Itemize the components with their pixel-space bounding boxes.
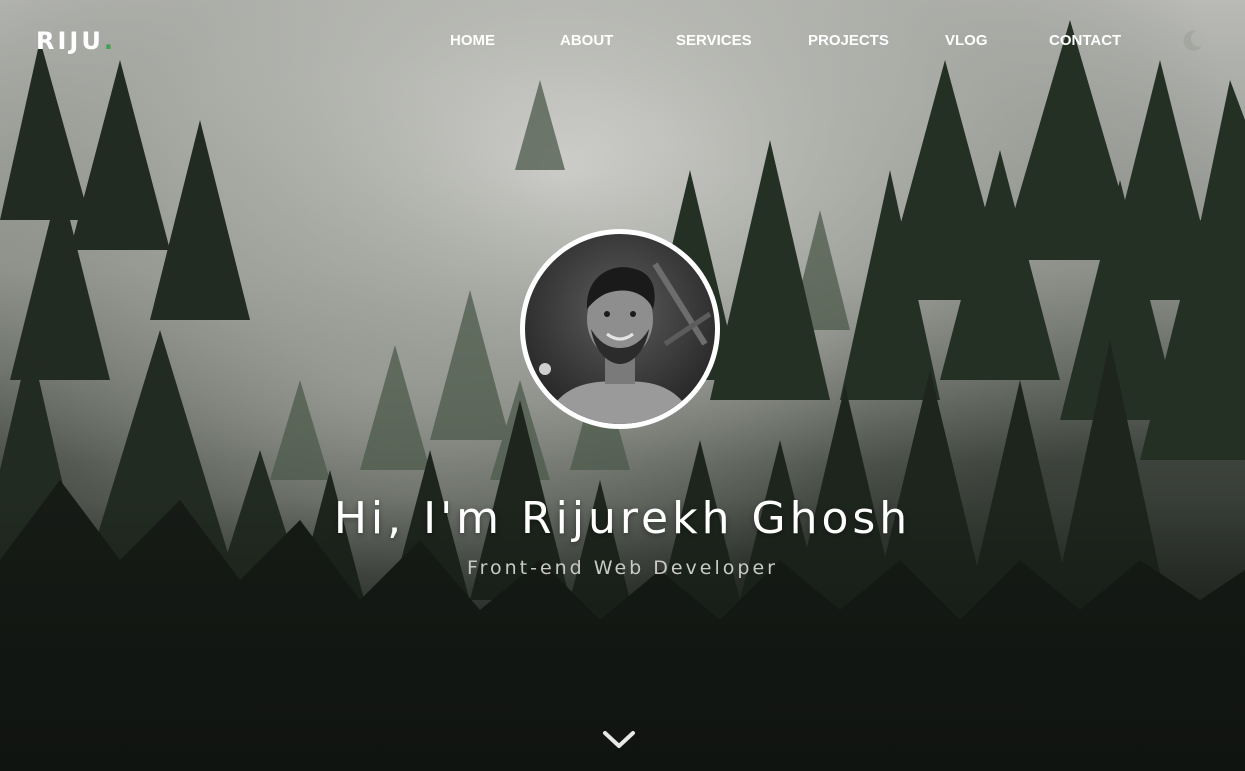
nav-link-home[interactable]: HOME [450,30,495,52]
hero-section: RIJU. HOME ABOUT SERVICES PROJECTS VLOG … [0,0,1245,771]
scroll-down-button[interactable] [601,727,637,753]
hero-subtitle: Front-end Web Developer [467,557,778,579]
top-navbar: RIJU. HOME ABOUT SERVICES PROJECTS VLOG … [0,0,1245,82]
nav-link-vlog[interactable]: VLOG [945,30,988,52]
chevron-down-icon [603,731,635,748]
hero-title: Hi, I'm Rijurekh Ghosh [333,493,912,544]
theme-toggle-button[interactable] [1179,28,1205,54]
nav-links: HOME ABOUT SERVICES PROJECTS VLOG CONTAC… [0,30,1245,52]
nav-link-services[interactable]: SERVICES [676,30,752,52]
nav-link-projects[interactable]: PROJECTS [808,30,889,52]
profile-photo [525,234,715,424]
moon-icon [1183,30,1202,51]
nav-link-about[interactable]: ABOUT [560,30,613,52]
nav-link-contact[interactable]: CONTACT [1049,30,1121,52]
profile-avatar [520,229,720,429]
